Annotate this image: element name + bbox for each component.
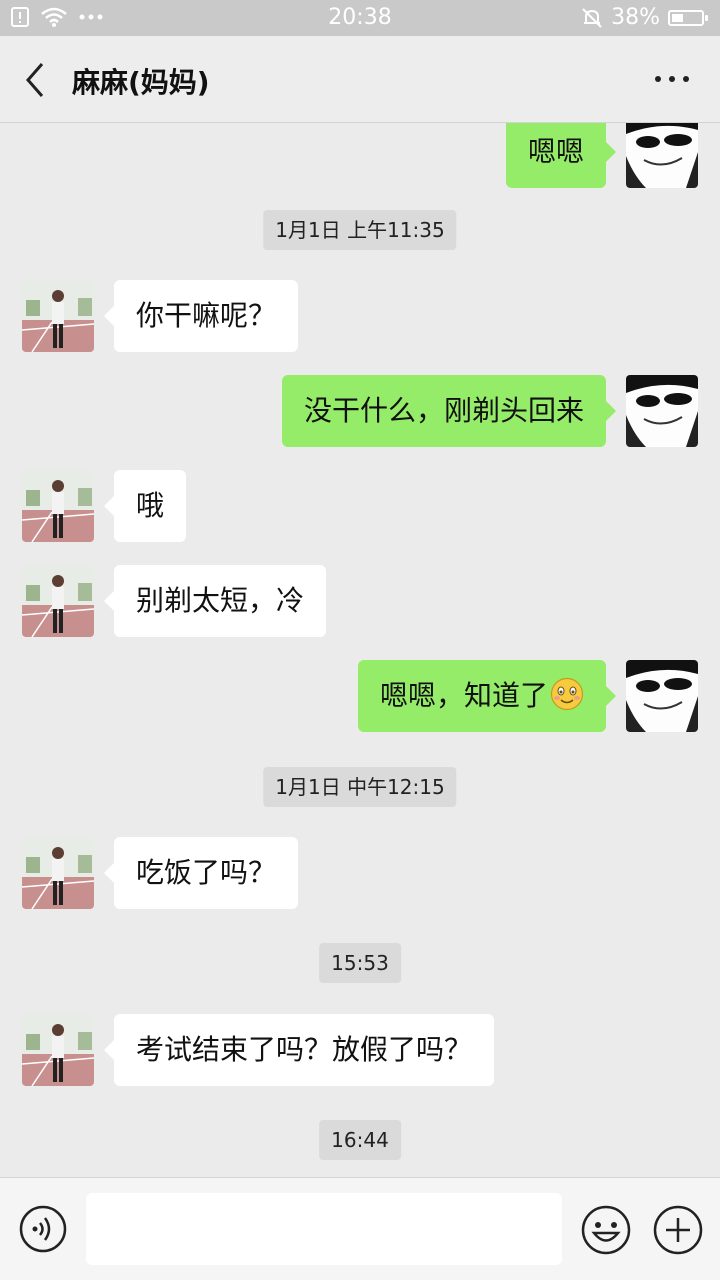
message-bubble[interactable]: 嗯嗯，知道了 <box>357 660 617 732</box>
voice-button[interactable] <box>18 1204 68 1254</box>
back-button[interactable] <box>18 60 54 100</box>
contact-avatar[interactable] <box>22 837 94 909</box>
timestamp-pill: 16:44 <box>319 1120 401 1160</box>
mute-bell-icon <box>582 7 602 28</box>
contact-avatar[interactable] <box>22 565 94 637</box>
chat-header: 麻麻(妈妈) <box>0 36 720 123</box>
chevron-left-icon <box>26 63 44 97</box>
status-right: 38% <box>581 5 708 30</box>
message-bubble[interactable]: 别剃太短，冷 <box>103 565 327 637</box>
message-text: 没干什么，刚剃头回来 <box>303 394 584 427</box>
emoji-button[interactable] <box>580 1204 632 1256</box>
received-message: 别剃太短，冷 <box>0 565 720 637</box>
my-avatar[interactable] <box>626 123 698 188</box>
plus-icon <box>653 1205 703 1255</box>
contact-avatar[interactable] <box>22 280 94 352</box>
more-functions-button[interactable] <box>652 1204 704 1256</box>
message-list[interactable]: 嗯嗯 1月1日 上午11:35 你干嘛呢？ 没干什么，刚剃头回来哦别剃太短，冷嗯嗯，知… <box>0 123 720 1177</box>
message-text: 哦 <box>136 489 165 522</box>
message-bubble[interactable]: 没干什么，刚剃头回来 <box>281 375 617 447</box>
sent-message: 没干什么，刚剃头回来 <box>0 375 720 447</box>
message-bubble[interactable]: 哦 <box>103 470 187 542</box>
message-bubble[interactable]: 吃饭了吗？ <box>103 837 299 909</box>
message-text: 嗯嗯，知道了 <box>379 679 548 712</box>
timestamp-pill: 1月1日 中午12:15 <box>263 767 457 807</box>
more-dots-icon <box>655 76 689 82</box>
received-message: 你干嘛呢？ <box>0 280 720 352</box>
received-message: 吃饭了吗？ <box>0 837 720 909</box>
my-avatar[interactable] <box>626 660 698 732</box>
battery-icon <box>668 9 708 26</box>
message-text: 你干嘛呢？ <box>136 299 277 332</box>
message-text: 考试结束了吗？放假了吗？ <box>136 1033 473 1066</box>
message-input[interactable] <box>86 1193 562 1265</box>
message-text: 别剃太短，冷 <box>136 584 305 617</box>
sent-message: 嗯嗯 <box>0 123 720 188</box>
my-avatar[interactable] <box>626 375 698 447</box>
chat-screen: 20:38 38% 麻麻(妈妈) 嗯嗯 1月1日 上午11:35 你干嘛呢？ 没… <box>0 0 720 1280</box>
message-bubble[interactable]: 你干嘛呢？ <box>103 280 299 352</box>
sent-message: 嗯嗯，知道了 <box>0 660 720 732</box>
smile-emoji-icon <box>550 666 584 711</box>
timestamp-pill: 1月1日 上午11:35 <box>263 210 457 250</box>
battery-level <box>672 13 683 22</box>
timestamp-pill: 15:53 <box>319 943 401 983</box>
voice-icon <box>19 1205 67 1253</box>
contact-avatar[interactable] <box>22 470 94 542</box>
more-options-button[interactable] <box>652 66 692 92</box>
emoji-icon <box>581 1205 631 1255</box>
message-bubble[interactable]: 嗯嗯 <box>505 123 617 188</box>
received-message: 考试结束了吗？放假了吗？ <box>0 1014 720 1086</box>
status-bar: 20:38 38% <box>0 0 720 36</box>
message-text: 嗯嗯 <box>527 135 584 168</box>
battery-percent: 38% <box>611 5 660 30</box>
contact-avatar[interactable] <box>22 1014 94 1086</box>
input-bar <box>0 1177 720 1280</box>
message-bubble[interactable]: 考试结束了吗？放假了吗？ <box>103 1014 495 1086</box>
message-text: 吃饭了吗？ <box>136 856 277 889</box>
received-message: 哦 <box>0 470 720 542</box>
chat-title: 麻麻(妈妈) <box>72 66 210 99</box>
